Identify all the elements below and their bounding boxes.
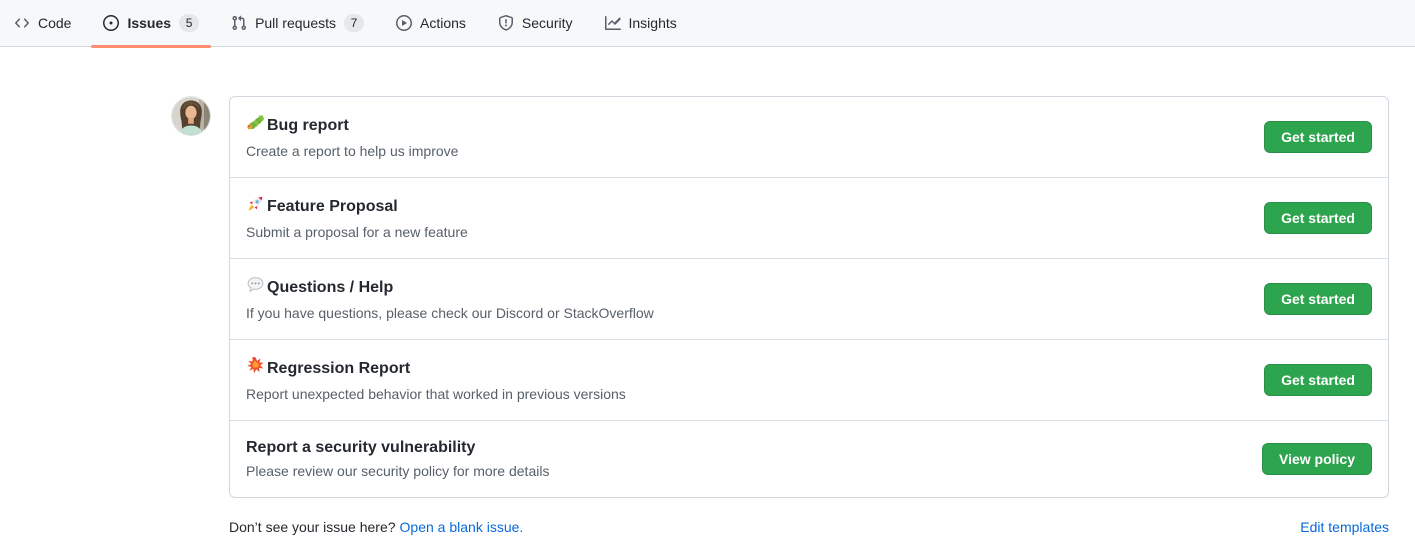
code-icon — [14, 15, 30, 31]
template-title: Bug report — [267, 115, 349, 136]
template-row-feature-proposal: Feature Proposal Submit a proposal for a… — [230, 177, 1388, 258]
get-started-button[interactable]: Get started — [1264, 364, 1372, 396]
tab-issues[interactable]: Issues 5 — [91, 0, 211, 46]
tab-issues-label: Issues — [127, 15, 171, 31]
rocket-emoji-icon — [246, 194, 265, 219]
play-icon — [396, 15, 412, 31]
tab-code[interactable]: Code — [2, 0, 83, 46]
tab-pull-requests-label: Pull requests — [255, 15, 336, 31]
template-row-bug-report: Bug report Create a report to help us im… — [230, 97, 1388, 177]
template-description: If you have questions, please check our … — [246, 303, 1248, 323]
issues-count-badge: 5 — [179, 14, 199, 32]
template-description: Create a report to help us improve — [246, 141, 1248, 161]
issue-opened-icon — [103, 15, 119, 31]
template-title: Questions / Help — [267, 277, 393, 298]
tab-security-label: Security — [522, 15, 573, 31]
template-row-questions-help: Questions / Help If you have questions, … — [230, 258, 1388, 339]
issue-template-chooser: Bug report Create a report to help us im… — [172, 96, 1389, 498]
template-row-security-vulnerability: Report a security vulnerability Please r… — [230, 420, 1388, 497]
tab-code-label: Code — [38, 15, 71, 31]
tab-insights-label: Insights — [629, 15, 677, 31]
blank-issue-prompt: Don’t see your issue here? — [229, 519, 396, 535]
get-started-button[interactable]: Get started — [1264, 202, 1372, 234]
template-title: Feature Proposal — [267, 196, 398, 217]
avatar-image — [172, 97, 210, 135]
graph-icon — [605, 15, 621, 31]
template-description: Report unexpected behavior that worked i… — [246, 384, 1248, 404]
view-policy-button[interactable]: View policy — [1262, 443, 1372, 475]
tab-pull-requests[interactable]: Pull requests 7 — [219, 0, 376, 46]
bug-emoji-icon — [246, 113, 265, 138]
template-title: Regression Report — [267, 358, 410, 379]
issue-template-list: Bug report Create a report to help us im… — [229, 96, 1389, 498]
avatar — [172, 97, 210, 135]
tab-actions-label: Actions — [420, 15, 466, 31]
shield-icon — [498, 15, 514, 31]
pull-requests-count-badge: 7 — [344, 14, 364, 32]
get-started-button[interactable]: Get started — [1264, 121, 1372, 153]
tab-insights[interactable]: Insights — [593, 0, 689, 46]
tab-security[interactable]: Security — [486, 0, 585, 46]
collision-emoji-icon — [246, 356, 265, 381]
template-description: Please review our security policy for mo… — [246, 461, 1246, 481]
template-title: Report a security vulnerability — [246, 437, 475, 458]
template-chooser-footer: Don’t see your issue here?Open a blank i… — [229, 519, 1389, 535]
git-pull-request-icon — [231, 15, 247, 31]
template-description: Submit a proposal for a new feature — [246, 222, 1248, 242]
edit-templates-link[interactable]: Edit templates — [1300, 519, 1389, 535]
speech-balloon-emoji-icon — [246, 275, 265, 300]
template-row-regression-report: Regression Report Report unexpected beha… — [230, 339, 1388, 420]
get-started-button[interactable]: Get started — [1264, 283, 1372, 315]
open-blank-issue-link[interactable]: Open a blank issue. — [400, 519, 524, 535]
tab-actions[interactable]: Actions — [384, 0, 478, 46]
repo-tab-nav: Code Issues 5 Pull requests 7 Actions Se… — [0, 0, 1415, 47]
